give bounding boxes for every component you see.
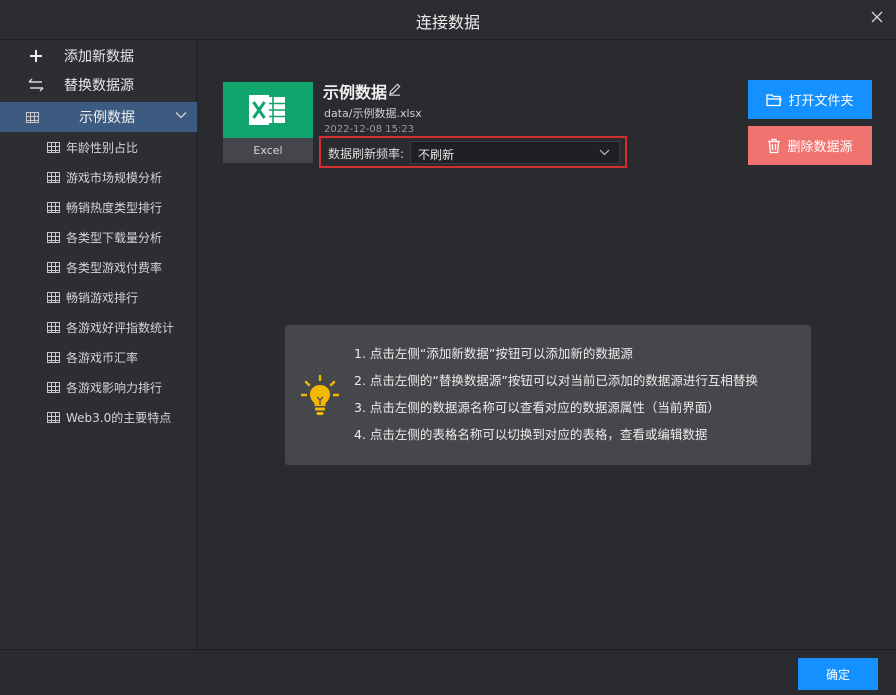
table-icon xyxy=(47,201,60,213)
trash-icon xyxy=(767,138,781,154)
table-item-label: 各游戏好评指数统计 xyxy=(66,320,175,335)
swap-icon xyxy=(28,77,44,93)
edit-icon[interactable] xyxy=(388,83,401,96)
datasource-item-label: 示例数据 xyxy=(79,110,135,126)
replace-datasource-button[interactable]: 替换数据源 xyxy=(0,70,197,100)
confirm-button[interactable]: 确定 xyxy=(798,658,878,690)
file-type-badge: Excel xyxy=(223,138,313,163)
table-icon xyxy=(47,171,60,183)
table-item[interactable]: 年龄性别占比 xyxy=(0,132,197,162)
refresh-frequency-label: 数据刷新频率: xyxy=(328,147,405,161)
dialog-footer xyxy=(0,649,896,695)
datasource-path: data/示例数据.xlsx xyxy=(324,107,422,120)
table-item[interactable]: 各游戏好评指数统计 xyxy=(0,312,197,342)
refresh-frequency-select[interactable]: 不刷新 xyxy=(410,141,620,164)
sidebar: 添加新数据 替换数据源 示例数据 年龄性别占比 游戏市场规模分析 畅销热度类型排… xyxy=(0,41,197,649)
datasource-panel: Excel 示例数据 data/示例数据.xlsx 2022-12-08 15:… xyxy=(198,41,896,649)
add-data-label: 添加新数据 xyxy=(64,49,134,65)
chevron-down-icon[interactable] xyxy=(175,111,187,119)
open-folder-button[interactable]: 打开文件夹 xyxy=(748,80,872,119)
tip-item: 3. 点击左侧的数据源名称可以查看对应的数据源属性（当前界面） xyxy=(354,400,720,415)
tip-item: 4. 点击左侧的表格名称可以切换到对应的表格，查看或编辑数据 xyxy=(354,427,708,442)
table-item-label: 各类型游戏付费率 xyxy=(66,260,163,275)
table-item-label: 畅销游戏排行 xyxy=(66,290,139,305)
table-item[interactable]: 畅销游戏排行 xyxy=(0,282,197,312)
excel-icon xyxy=(249,95,285,125)
table-item[interactable]: 各类型游戏付费率 xyxy=(0,252,197,282)
dialog-title: 连接数据 xyxy=(415,13,480,32)
table-item-label: 畅销热度类型排行 xyxy=(66,200,163,215)
excel-thumbnail xyxy=(223,82,313,138)
tip-item: 2. 点击左侧的“替换数据源”按钮可以对当前已添加的数据源进行互相替换 xyxy=(354,373,758,388)
table-item-label: 各游戏影响力排行 xyxy=(66,380,163,395)
delete-datasource-button[interactable]: 删除数据源 xyxy=(748,126,872,165)
close-icon[interactable] xyxy=(870,10,884,24)
table-item[interactable]: 游戏市场规模分析 xyxy=(0,162,197,192)
replace-datasource-label: 替换数据源 xyxy=(64,78,134,94)
table-item-label: 各类型下载量分析 xyxy=(66,230,163,245)
datasource-name: 示例数据 xyxy=(323,83,388,102)
table-icon xyxy=(47,321,60,333)
table-list: 年龄性别占比 游戏市场规模分析 畅销热度类型排行 各类型下载量分析 各类型游戏付… xyxy=(0,132,197,432)
table-icon xyxy=(47,231,60,243)
delete-datasource-label: 删除数据源 xyxy=(787,140,853,155)
table-icon xyxy=(47,261,60,273)
refresh-setting-highlight: 数据刷新频率: 不刷新 xyxy=(319,136,627,168)
table-item[interactable]: 各游戏币汇率 xyxy=(0,342,197,372)
table-item[interactable]: Web3.0的主要特点 xyxy=(0,402,197,432)
table-item-label: 各游戏币汇率 xyxy=(66,350,139,365)
dialog-header: 连接数据 xyxy=(0,0,896,40)
open-folder-label: 打开文件夹 xyxy=(788,94,854,109)
table-icon xyxy=(47,141,60,153)
table-icon xyxy=(47,351,60,363)
table-icon xyxy=(26,111,39,123)
datasource-date: 2022-12-08 15:23 xyxy=(324,124,415,135)
table-item[interactable]: 各类型下载量分析 xyxy=(0,222,197,252)
refresh-frequency-value: 不刷新 xyxy=(418,148,455,162)
table-item[interactable]: 畅销热度类型排行 xyxy=(0,192,197,222)
table-icon xyxy=(47,381,60,393)
tip-item: 1. 点击左侧“添加新数据”按钮可以添加新的数据源 xyxy=(354,346,633,361)
lightbulb-icon xyxy=(301,375,339,415)
tips-panel: 1. 点击左侧“添加新数据”按钮可以添加新的数据源 2. 点击左侧的“替换数据源… xyxy=(285,325,811,465)
table-item-label: 年龄性别占比 xyxy=(66,140,139,155)
folder-icon xyxy=(766,93,783,107)
table-icon xyxy=(47,411,60,423)
plus-icon xyxy=(28,48,44,64)
datasource-item[interactable]: 示例数据 xyxy=(0,102,197,132)
table-item-label: Web3.0的主要特点 xyxy=(66,410,172,425)
chevron-down-icon xyxy=(599,149,610,156)
table-item-label: 游戏市场规模分析 xyxy=(66,170,163,185)
table-icon xyxy=(47,291,60,303)
tips-list: 1. 点击左侧“添加新数据”按钮可以添加新的数据源 2. 点击左侧的“替换数据源… xyxy=(354,345,758,453)
add-data-button[interactable]: 添加新数据 xyxy=(0,41,197,71)
table-item[interactable]: 各游戏影响力排行 xyxy=(0,372,197,402)
